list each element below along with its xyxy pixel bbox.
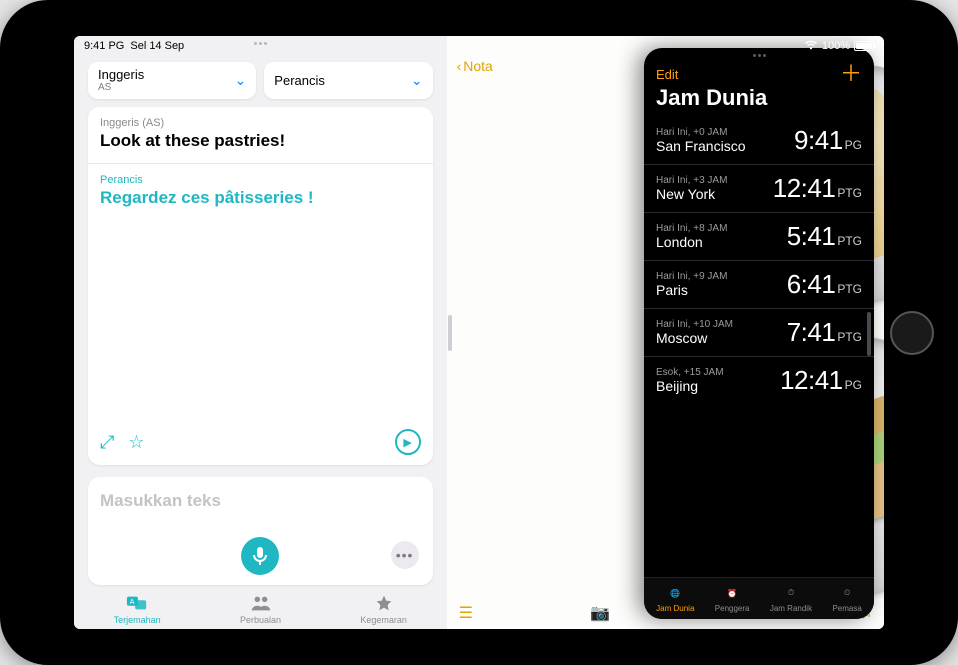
tab-translation-label: Terjemahan: [114, 615, 161, 625]
clock-ampm: PTG: [837, 234, 862, 248]
clock-offset: Esok, +15 JAM: [656, 367, 724, 378]
tab-conversation[interactable]: Perbualan: [240, 593, 281, 625]
clock-time: 6:41: [787, 269, 836, 300]
translate-app: Inggeris AS ⌄ Perancis ⌄ Inggeris (AS): [74, 36, 447, 629]
microphone-button[interactable]: [241, 537, 279, 575]
target-label: Perancis: [100, 174, 421, 186]
translate-tab-bar: A Terjemahan Perbualan Kegemaran: [74, 585, 447, 629]
clock-title: Jam Dunia: [644, 85, 874, 117]
tab-timer[interactable]: ⏲ Pemasa: [832, 584, 861, 613]
world-clock-list[interactable]: Hari Ini, +0 JAMSan Francisco9:41PGHari …: [644, 117, 874, 577]
battery-icon: [854, 41, 874, 51]
status-time: 9:41 PG: [84, 40, 124, 52]
tab-alarm-label: Penggera: [715, 604, 750, 613]
clock-offset: Hari Ini, +8 JAM: [656, 223, 727, 234]
favorite-icon[interactable]: ☆: [128, 432, 144, 453]
tab-world-clock-label: Jam Dunia: [656, 604, 694, 613]
source-language-name: Inggeris: [98, 68, 144, 82]
input-placeholder: Masukkan teks: [100, 491, 421, 511]
world-clock-row[interactable]: Hari Ini, +3 JAMNew York 12:41PTG: [644, 165, 874, 213]
target-language-selector[interactable]: Perancis ⌄: [264, 62, 432, 99]
clock-offset: Hari Ini, +10 JAM: [656, 319, 733, 330]
source-label: Inggeris (AS): [100, 117, 421, 129]
clock-ampm: PG: [845, 138, 862, 152]
clock-offset: Hari Ini, +9 JAM: [656, 271, 727, 282]
clock-tab-bar: 🌐 Jam Dunia ⏰ Penggera ⏱ Jam Randik ⏲ Pe…: [644, 577, 874, 619]
notes-camera-button[interactable]: 📷: [586, 601, 614, 625]
clock-city: San Francisco: [656, 138, 745, 154]
star-icon: [373, 593, 395, 613]
tab-favorites[interactable]: Kegemaran: [360, 593, 407, 625]
clock-time: 9:41: [794, 125, 843, 156]
clock-time: 12:41: [773, 173, 836, 204]
play-button[interactable]: ▶: [395, 429, 421, 455]
chevron-left-icon: ‹: [457, 58, 462, 74]
tab-stopwatch-label: Jam Randik: [770, 604, 812, 613]
clock-ampm: PG: [845, 378, 862, 392]
clock-city: Beijing: [656, 378, 724, 394]
edit-button[interactable]: Edit: [656, 67, 678, 82]
notes-back-button[interactable]: ‹ Nota: [457, 58, 493, 74]
slideover-side-handle[interactable]: [867, 312, 871, 356]
clock-slideover: Edit ＋ Jam Dunia Hari Ini, +0 JAMSan Fra…: [644, 48, 874, 619]
people-icon: [250, 593, 272, 613]
text-input-area[interactable]: Masukkan teks •••: [88, 477, 433, 585]
add-clock-button[interactable]: ＋: [840, 63, 862, 85]
screen: 9:41 PG Sel 14 Sep 100% Inggeris AS: [74, 36, 884, 629]
stopwatch-icon: ⏱: [782, 584, 800, 602]
tab-favorites-label: Kegemaran: [360, 615, 407, 625]
clock-city: Paris: [656, 282, 727, 298]
clock-offset: Hari Ini, +3 JAM: [656, 175, 727, 186]
split-view-handle[interactable]: [447, 36, 453, 629]
svg-text:A: A: [130, 597, 135, 606]
clock-time: 12:41: [780, 365, 843, 396]
clock-ampm: PTG: [837, 330, 862, 344]
home-button[interactable]: [890, 311, 934, 355]
target-language-name: Perancis: [274, 74, 325, 88]
tab-translation[interactable]: A Terjemahan: [114, 593, 161, 625]
clock-ampm: PTG: [837, 186, 862, 200]
notes-back-label: Nota: [463, 58, 493, 74]
source-text[interactable]: Look at these pastries!: [100, 131, 421, 151]
world-clock-row[interactable]: Hari Ini, +9 JAMParis 6:41PTG: [644, 261, 874, 309]
tab-alarm[interactable]: ⏰ Penggera: [715, 584, 750, 613]
clock-time: 7:41: [787, 317, 836, 348]
clock-city: Moscow: [656, 330, 733, 346]
chevron-down-icon: ⌄: [411, 72, 423, 89]
translation-card: Inggeris (AS) Look at these pastries! Pe…: [88, 107, 433, 465]
clock-city: London: [656, 234, 727, 250]
target-text: Regardez ces pâtisseries !: [100, 188, 421, 208]
world-clock-row[interactable]: Hari Ini, +10 JAMMoscow 7:41PTG: [644, 309, 874, 357]
clock-city: New York: [656, 186, 727, 202]
alarm-icon: ⏰: [723, 584, 741, 602]
tab-timer-label: Pemasa: [832, 604, 861, 613]
world-clock-row[interactable]: Hari Ini, +8 JAMLondon 5:41PTG: [644, 213, 874, 261]
chevron-down-icon: ⌄: [235, 72, 247, 89]
expand-icon[interactable]: ⤢: [100, 432, 114, 453]
status-bar: 9:41 PG Sel 14 Sep 100%: [74, 36, 884, 56]
world-clock-row[interactable]: Esok, +15 JAMBeijing 12:41PG: [644, 357, 874, 404]
notes-checklist-button[interactable]: ☰: [455, 601, 477, 625]
source-language-selector[interactable]: Inggeris AS ⌄: [88, 62, 256, 99]
timer-icon: ⏲: [838, 584, 856, 602]
world-clock-row[interactable]: Hari Ini, +0 JAMSan Francisco 9:41PG: [644, 117, 874, 165]
status-battery: 100%: [822, 40, 850, 52]
clock-time: 5:41: [787, 221, 836, 252]
more-button[interactable]: •••: [391, 541, 419, 569]
tab-world-clock[interactable]: 🌐 Jam Dunia: [656, 584, 694, 613]
tab-stopwatch[interactable]: ⏱ Jam Randik: [770, 584, 812, 613]
globe-icon: 🌐: [666, 584, 684, 602]
clock-ampm: PTG: [837, 282, 862, 296]
wifi-icon: [804, 40, 818, 53]
translate-icon: A: [126, 593, 148, 613]
status-date: Sel 14 Sep: [130, 40, 184, 52]
clock-offset: Hari Ini, +0 JAM: [656, 127, 745, 138]
source-language-sub: AS: [98, 82, 144, 93]
tab-conversation-label: Perbualan: [240, 615, 281, 625]
